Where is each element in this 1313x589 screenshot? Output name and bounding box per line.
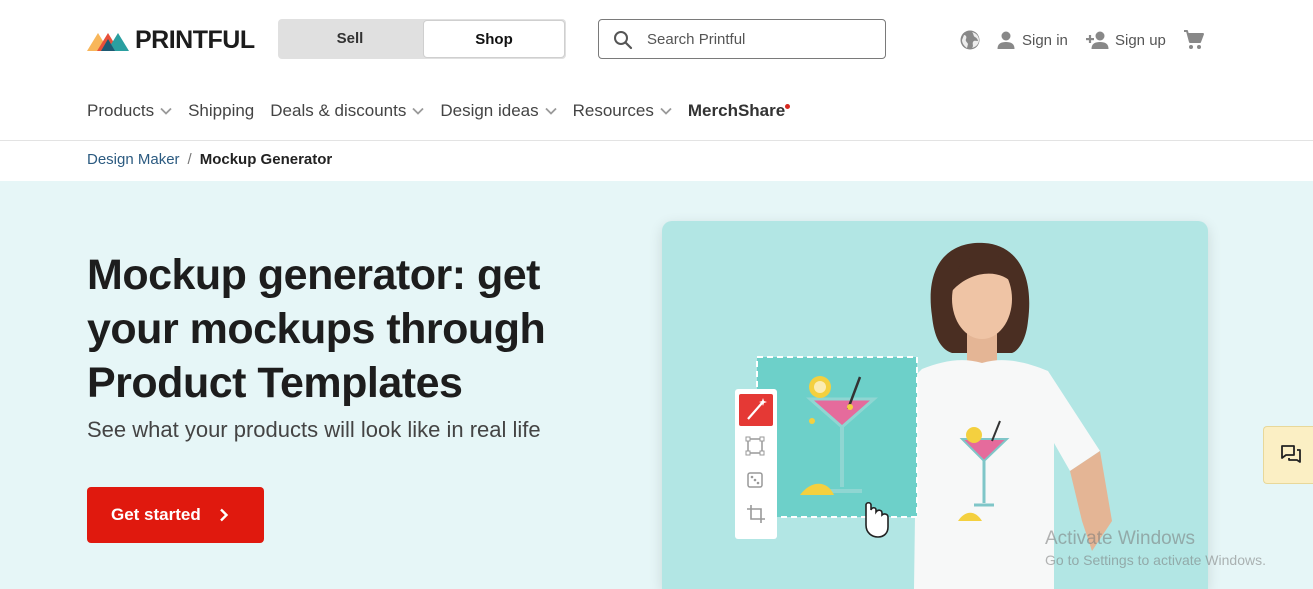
notification-dot xyxy=(785,104,791,109)
nav-resources[interactable]: Resources xyxy=(573,101,672,121)
nav-merchshare-label: MerchShare xyxy=(687,101,786,120)
get-started-button[interactable]: Get started xyxy=(87,487,264,543)
page-title: Mockup generator: get your mockups throu… xyxy=(87,251,546,407)
windows-activation-watermark: Activate Windows Go to Settings to activ… xyxy=(1045,528,1266,568)
nav-design-ideas-label: Design ideas xyxy=(440,101,539,120)
printful-logo[interactable]: PRINTFUL xyxy=(87,26,255,54)
nav-products-label: Products xyxy=(87,101,155,120)
nav-shipping-label: Shipping xyxy=(188,101,255,120)
breadcrumb: Design Maker / Mockup Generator xyxy=(87,151,332,168)
search-input[interactable] xyxy=(647,28,872,50)
chevron-down-icon xyxy=(160,107,172,115)
nav-divider xyxy=(0,140,1313,141)
sign-up-link[interactable]: Sign up xyxy=(1086,27,1166,53)
nav-products[interactable]: Products xyxy=(87,101,172,121)
chat-widget-button[interactable] xyxy=(1263,426,1313,484)
nav-shipping[interactable]: Shipping xyxy=(188,101,254,121)
nav-deals[interactable]: Deals & discounts xyxy=(270,101,424,121)
nav-design-ideas[interactable]: Design ideas xyxy=(440,101,557,121)
cart-button[interactable] xyxy=(1183,27,1205,53)
main-nav: Products Shipping Deals & discounts Desi… xyxy=(87,98,801,124)
nav-merchshare[interactable]: MerchShare xyxy=(687,101,791,121)
sign-in-link[interactable]: Sign in xyxy=(996,27,1068,53)
sign-in-label: Sign in xyxy=(1022,31,1068,49)
sell-shop-switch: Sell Shop xyxy=(278,19,566,59)
chevron-down-icon xyxy=(660,107,672,115)
sign-up-label: Sign up xyxy=(1115,31,1166,49)
watermark-subtitle: Go to Settings to activate Windows. xyxy=(1045,552,1266,568)
search-icon xyxy=(614,31,633,50)
globe-icon xyxy=(960,30,980,50)
chevron-right-icon xyxy=(219,508,228,522)
chat-icon xyxy=(1281,445,1301,463)
nav-deals-label: Deals & discounts xyxy=(270,101,407,120)
add-user-icon xyxy=(1086,31,1109,49)
nav-resources-label: Resources xyxy=(572,101,654,120)
logo-mark-icon xyxy=(87,33,129,51)
chevron-down-icon xyxy=(544,107,557,115)
hero-subtitle: See what your products will look like in… xyxy=(87,417,541,442)
watermark-title: Activate Windows xyxy=(1045,528,1195,549)
cart-icon xyxy=(1184,30,1204,49)
breadcrumb-separator: / xyxy=(187,151,192,168)
sell-toggle[interactable]: Sell xyxy=(278,19,422,59)
user-icon xyxy=(997,31,1015,49)
breadcrumb-current: Mockup Generator xyxy=(199,151,333,168)
language-selector[interactable] xyxy=(959,27,981,53)
logo-text: PRINTFUL xyxy=(135,25,255,54)
breadcrumb-design-maker[interactable]: Design Maker xyxy=(87,151,180,168)
get-started-label: Get started xyxy=(111,505,201,524)
chevron-down-icon xyxy=(412,107,424,115)
top-bar: PRINTFUL Sell Shop Sign in xyxy=(0,0,1313,80)
search-box[interactable] xyxy=(598,19,886,59)
shop-toggle[interactable]: Shop xyxy=(423,20,565,58)
